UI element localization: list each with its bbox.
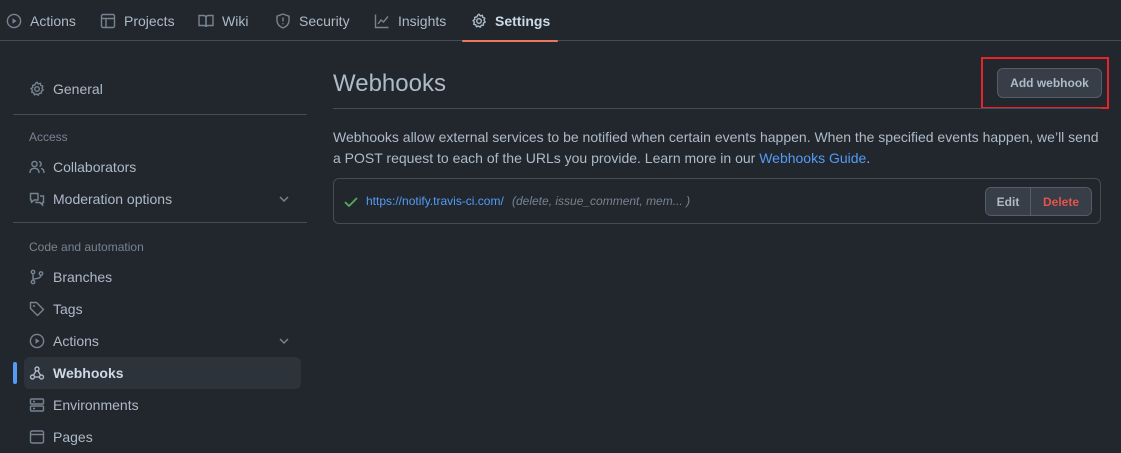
tag-icon: [29, 301, 45, 317]
play-icon: [29, 333, 45, 349]
tab-label: Settings: [495, 12, 551, 29]
sidebar-item-moderation-options[interactable]: Moderation options: [24, 183, 301, 215]
sidebar-item-label: Collaborators: [53, 159, 137, 175]
section-heading-code-and-automation: Code and automation: [29, 240, 144, 254]
gear-icon: [472, 13, 486, 28]
sidebar-item-general[interactable]: General: [24, 73, 301, 105]
sidebar-item-collaborators[interactable]: Collaborators: [24, 151, 301, 183]
sidebar-item-actions[interactable]: Actions: [24, 325, 301, 357]
tab-label: Wiki: [222, 12, 249, 29]
sidebar-item-label: Webhooks: [53, 365, 124, 381]
description-text: Webhooks allow external services to be n…: [333, 129, 1099, 166]
gear-icon: [30, 81, 44, 96]
sidebar-item-tags[interactable]: Tags: [24, 293, 301, 325]
webhook-events: (delete, issue_comment, mem... ): [512, 194, 691, 208]
browser-icon: [29, 430, 45, 444]
webhook-url-link[interactable]: https://notify.travis-ci.com/: [366, 194, 504, 208]
tab-settings[interactable]: Settings: [461, 0, 559, 42]
webhook-list-item: https://notify.travis-ci.com/ (delete, i…: [333, 178, 1101, 224]
webhook-icon: [29, 366, 45, 380]
delete-webhook-button[interactable]: Delete: [1031, 188, 1091, 215]
edit-webhook-button[interactable]: Edit: [986, 188, 1031, 215]
tab-insights[interactable]: Insights: [374, 0, 446, 41]
active-indicator: [13, 362, 17, 384]
add-webhook-button[interactable]: Add webhook: [997, 68, 1102, 98]
webhooks-description: Webhooks allow external services to be n…: [333, 127, 1103, 169]
graph-icon: [374, 14, 389, 28]
shield-icon: [276, 12, 290, 29]
chevron-down-icon[interactable]: [276, 191, 292, 207]
sidebar-item-label: General: [53, 81, 103, 97]
sidebar-item-branches[interactable]: Branches: [24, 261, 301, 293]
sidebar-item-pages[interactable]: Pages: [24, 421, 301, 453]
sidebar-item-label: Tags: [53, 301, 83, 317]
description-end: .: [866, 150, 871, 166]
sidebar-item-webhooks[interactable]: Webhooks: [24, 357, 301, 389]
section-heading-access: Access: [29, 130, 68, 144]
tab-wiki[interactable]: Wiki: [198, 0, 248, 41]
tab-security[interactable]: Security: [275, 0, 350, 41]
sidebar-item-label: Environments: [53, 397, 139, 413]
check-icon: [344, 197, 358, 207]
title-divider: [333, 108, 1101, 109]
sidebar-item-environments[interactable]: Environments: [24, 389, 301, 421]
tab-label: Security: [299, 12, 350, 29]
sidebar-item-label: Branches: [53, 269, 113, 285]
tab-label: Actions: [30, 12, 76, 29]
table-icon: [100, 13, 116, 28]
tab-projects[interactable]: Projects: [100, 0, 175, 41]
play-icon: [6, 13, 22, 28]
sidebar-divider: [13, 222, 307, 223]
report-icon: [29, 192, 45, 207]
people-icon: [29, 160, 45, 174]
tab-label: Projects: [124, 12, 175, 29]
sidebar-divider: [13, 114, 307, 115]
webhook-actions: Edit Delete: [985, 187, 1092, 216]
tab-label: Insights: [398, 12, 447, 29]
server-icon: [29, 398, 45, 412]
sidebar-item-label: Pages: [53, 429, 93, 445]
page-title: Webhooks: [333, 70, 446, 97]
sidebar-item-label: Actions: [53, 333, 99, 349]
sidebar-item-label: Moderation options: [53, 191, 173, 207]
webhooks-guide-link[interactable]: Webhooks Guide: [759, 150, 866, 166]
git-branch-icon: [30, 269, 44, 285]
tab-actions[interactable]: Actions: [6, 0, 76, 41]
chevron-down-icon[interactable]: [276, 333, 292, 349]
repo-nav: Actions Projects Wiki Security Insights …: [0, 0, 1121, 42]
book-icon: [198, 14, 214, 27]
